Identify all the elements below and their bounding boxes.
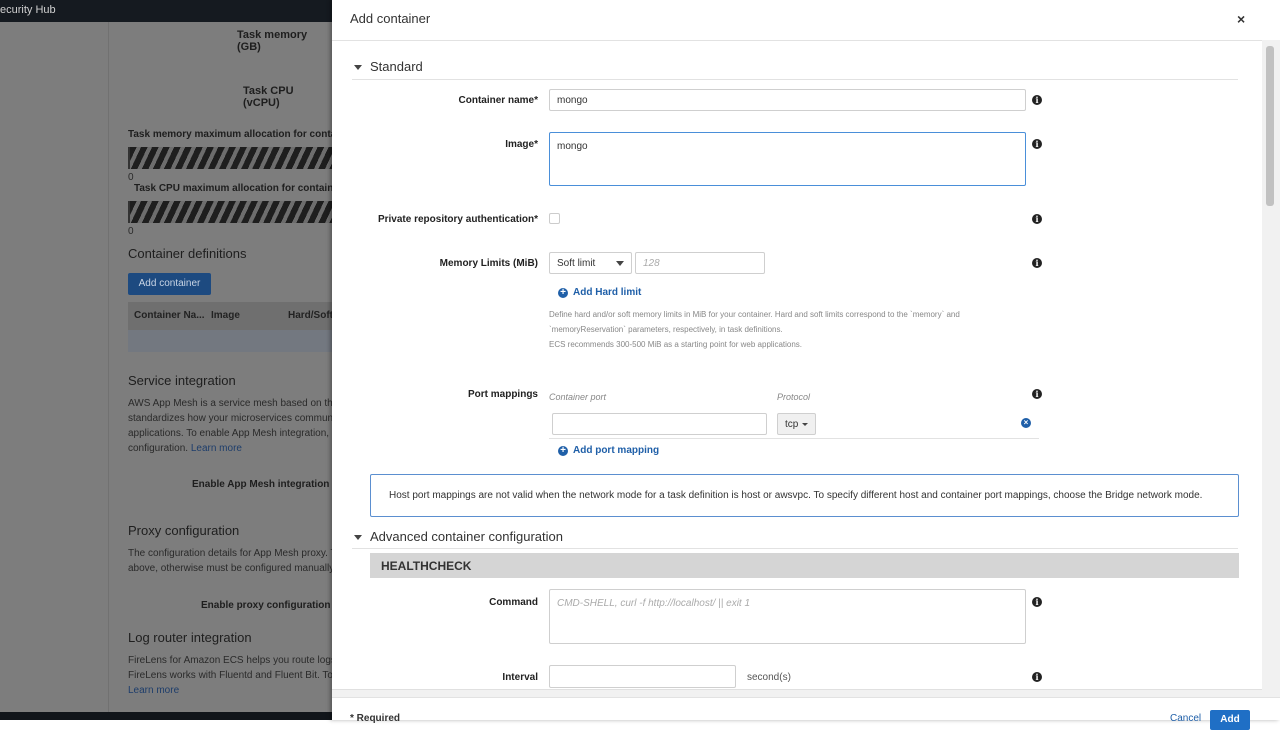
cpu-alloc-value: 0 <box>128 226 134 237</box>
mem-alloc-value: 0 <box>128 172 134 183</box>
container-port-header: Container port <box>549 392 607 402</box>
task-memory-label: Task memory (GB) <box>237 29 308 53</box>
container-table-header: Container Na... Image Hard/Soft <box>128 302 332 330</box>
task-cpu-label: Task CPU (vCPU) <box>243 85 294 109</box>
plus-circle-icon: + <box>558 288 568 298</box>
remove-port-icon[interactable]: × <box>1021 418 1031 428</box>
col-hard-soft[interactable]: Hard/Soft <box>288 302 332 330</box>
private-repo-label: Private repository authentication* <box>377 214 538 225</box>
log-router-heading: Log router integration <box>128 630 252 645</box>
advanced-section-toggle[interactable]: Advanced container configuration <box>354 529 563 544</box>
required-note: * Required <box>350 713 401 724</box>
mem-alloc-bar <box>128 147 332 169</box>
info-icon[interactable]: i <box>1032 214 1042 224</box>
image-label: Image* <box>505 139 538 150</box>
enable-app-mesh-label: Enable App Mesh integration <box>192 479 330 490</box>
divider <box>332 697 1280 698</box>
command-input[interactable]: CMD-SHELL, curl -f http://localhost/ || … <box>549 589 1026 644</box>
protocol-header: Protocol <box>777 392 811 402</box>
close-icon[interactable]: × <box>1237 11 1245 27</box>
horizontal-scrollbar[interactable] <box>332 689 1262 697</box>
divider <box>549 438 1039 439</box>
modal-title: Add container <box>350 11 431 26</box>
cancel-button[interactable]: Cancel <box>1170 713 1201 724</box>
container-name-label: Container name* <box>458 95 538 106</box>
divider <box>332 40 1280 41</box>
nav-service-label[interactable]: ecurity Hub <box>0 4 56 16</box>
host-port-info-alert: Host port mappings are not valid when th… <box>370 474 1239 517</box>
interval-input[interactable] <box>549 665 736 688</box>
top-nav-bar: ecurity Hub <box>0 0 332 22</box>
add-button[interactable]: Add <box>1210 710 1250 730</box>
info-icon[interactable]: i <box>1032 139 1042 149</box>
interval-label: Interval <box>502 672 538 683</box>
image-input[interactable]: mongo <box>549 132 1026 186</box>
learn-more-link[interactable]: Learn more <box>128 683 332 698</box>
memory-limits-label: Memory Limits (MiB) <box>439 258 538 269</box>
caret-down-icon <box>616 260 624 266</box>
col-image[interactable]: Image <box>211 302 240 330</box>
proxy-config-heading: Proxy configuration <box>128 523 240 538</box>
memory-limit-input[interactable]: 128 <box>635 252 765 274</box>
proxy-config-text: The configuration details for App Mesh p… <box>128 548 332 574</box>
mem-alloc-label: Task memory maximum allocation for conta… <box>128 129 332 140</box>
info-icon[interactable]: i <box>1032 672 1042 682</box>
service-integration-heading: Service integration <box>128 373 236 388</box>
protocol-select[interactable]: tcp <box>777 413 816 435</box>
container-port-input[interactable] <box>552 413 767 435</box>
cpu-alloc-label: Task CPU maximum allocation for containe… <box>134 183 332 194</box>
add-hard-limit-link[interactable]: + Add Hard limit <box>558 287 641 298</box>
service-integration-text: AWS App Mesh is a service mesh based on … <box>128 398 332 454</box>
interval-unit: second(s) <box>747 672 791 683</box>
plus-circle-icon: + <box>558 446 568 456</box>
cpu-alloc-bar <box>128 201 332 223</box>
bottom-bar <box>0 712 332 720</box>
info-icon[interactable]: i <box>1032 597 1042 607</box>
info-icon[interactable]: i <box>1032 258 1042 268</box>
add-port-mapping-link[interactable]: + Add port mapping <box>558 445 659 456</box>
divider <box>108 22 109 712</box>
vertical-scrollbar[interactable] <box>1262 40 1280 697</box>
memory-help-text: Define hard and/or soft memory limits in… <box>549 310 960 349</box>
healthcheck-heading: HEALTHCHECK <box>370 553 1239 578</box>
divider <box>352 79 1238 80</box>
info-icon[interactable]: i <box>1032 95 1042 105</box>
command-label: Command <box>489 597 538 608</box>
standard-section-toggle[interactable]: Standard <box>354 59 423 74</box>
caret-down-icon <box>354 65 362 71</box>
enable-proxy-label: Enable proxy configuration <box>201 600 331 611</box>
learn-more-link[interactable]: Learn more <box>191 443 242 454</box>
info-icon[interactable]: i <box>1032 389 1042 399</box>
log-router-text: FireLens for Amazon ECS helps you route … <box>128 653 332 698</box>
container-name-input[interactable]: mongo <box>549 89 1026 111</box>
caret-down-icon <box>354 535 362 541</box>
private-repo-checkbox[interactable] <box>549 213 560 224</box>
add-container-button[interactable]: Add container <box>128 273 211 295</box>
memory-limit-select[interactable]: Soft limit <box>549 252 632 274</box>
port-mappings-label: Port mappings <box>467 389 538 400</box>
background-page: ecurity Hub Task memory (GB) Task CPU (v… <box>0 0 332 720</box>
divider <box>352 548 1238 549</box>
caret-down-icon <box>802 422 809 426</box>
table-row <box>128 330 332 352</box>
add-container-modal: Add container × Standard Container name*… <box>332 0 1280 730</box>
container-defs-heading: Container definitions <box>128 246 247 261</box>
col-container-name[interactable]: Container Na... <box>134 302 205 330</box>
scrollbar-thumb[interactable] <box>1266 46 1274 206</box>
